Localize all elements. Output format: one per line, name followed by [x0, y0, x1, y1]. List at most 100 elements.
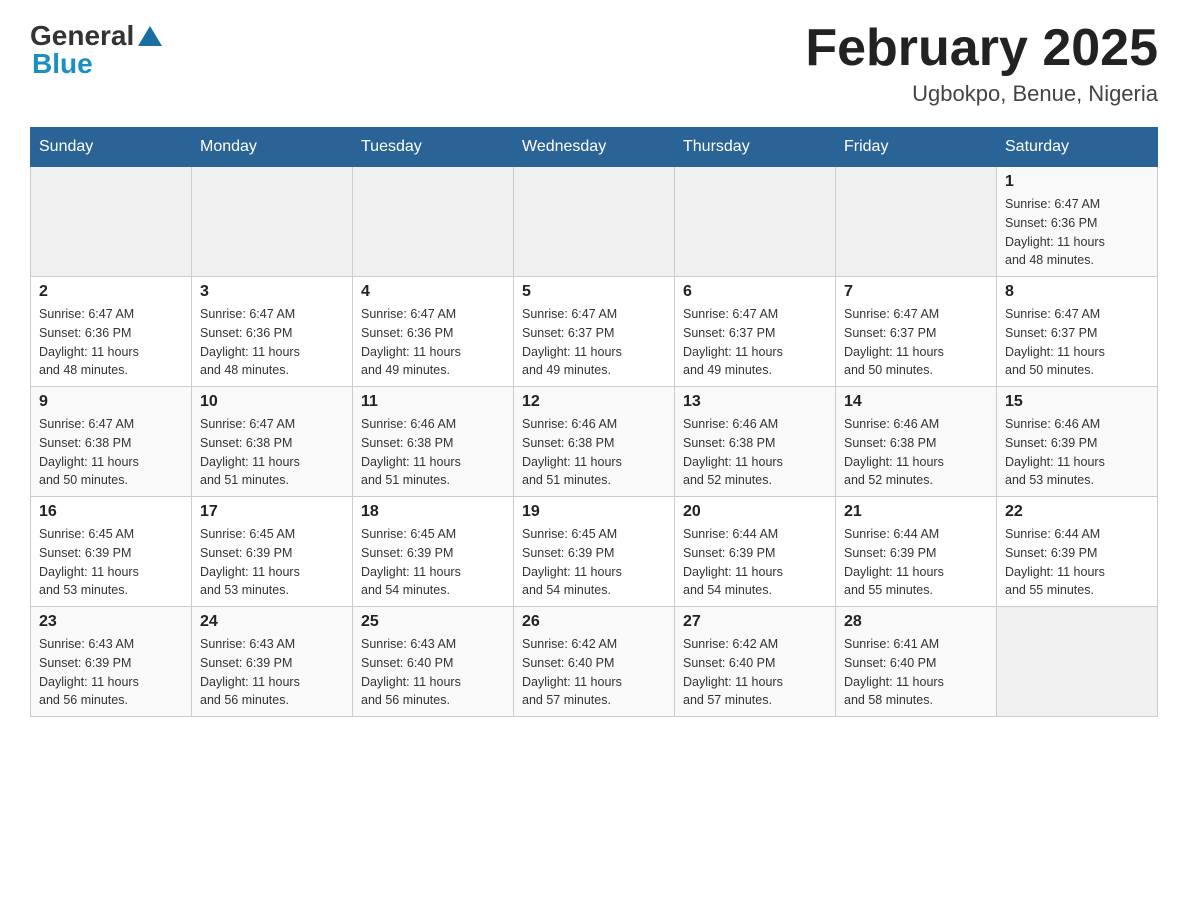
day-info: Sunrise: 6:44 AM Sunset: 6:39 PM Dayligh… — [1005, 525, 1149, 600]
calendar-cell: 24 Sunrise: 6:43 AM Sunset: 6:39 PM Dayli… — [192, 607, 353, 717]
calendar-cell: 14 Sunrise: 6:46 AM Sunset: 6:38 PM Dayli… — [836, 387, 997, 497]
day-number: 24 — [200, 613, 344, 631]
day-info: Sunrise: 6:47 AM Sunset: 6:37 PM Dayligh… — [1005, 305, 1149, 380]
day-info: Sunrise: 6:46 AM Sunset: 6:39 PM Dayligh… — [1005, 415, 1149, 490]
day-number: 19 — [522, 503, 666, 521]
day-info: Sunrise: 6:47 AM Sunset: 6:37 PM Dayligh… — [844, 305, 988, 380]
day-number: 14 — [844, 393, 988, 411]
day-info: Sunrise: 6:41 AM Sunset: 6:40 PM Dayligh… — [844, 635, 988, 710]
day-info: Sunrise: 6:45 AM Sunset: 6:39 PM Dayligh… — [39, 525, 183, 600]
day-number: 1 — [1005, 173, 1149, 191]
calendar-cell: 9 Sunrise: 6:47 AM Sunset: 6:38 PM Daylig… — [31, 387, 192, 497]
day-info: Sunrise: 6:47 AM Sunset: 6:37 PM Dayligh… — [683, 305, 827, 380]
day-info: Sunrise: 6:47 AM Sunset: 6:38 PM Dayligh… — [200, 415, 344, 490]
day-number: 5 — [522, 283, 666, 301]
day-info: Sunrise: 6:45 AM Sunset: 6:39 PM Dayligh… — [200, 525, 344, 600]
calendar-cell: 18Sunrise: 6:45 AM Sunset: 6:39 PM Dayli… — [353, 497, 514, 607]
calendar-subtitle: Ugbokpo, Benue, Nigeria — [805, 81, 1158, 107]
calendar-cell — [192, 167, 353, 277]
day-number: 16 — [39, 503, 183, 521]
calendar-cell: 7 Sunrise: 6:47 AM Sunset: 6:37 PM Daylig… — [836, 277, 997, 387]
calendar-cell: 5Sunrise: 6:47 AM Sunset: 6:37 PM Daylig… — [514, 277, 675, 387]
weekday-header-monday: Monday — [192, 128, 353, 167]
calendar-cell: 2 Sunrise: 6:47 AM Sunset: 6:36 PM Daylig… — [31, 277, 192, 387]
calendar-week-row: 2 Sunrise: 6:47 AM Sunset: 6:36 PM Daylig… — [31, 277, 1158, 387]
day-number: 21 — [844, 503, 988, 521]
day-number: 11 — [361, 393, 505, 411]
calendar-week-row: 16 Sunrise: 6:45 AM Sunset: 6:39 PM Dayli… — [31, 497, 1158, 607]
weekday-header-row: SundayMondayTuesdayWednesdayThursdayFrid… — [31, 128, 1158, 167]
day-number: 26 — [522, 613, 666, 631]
day-number: 12 — [522, 393, 666, 411]
day-number: 9 — [39, 393, 183, 411]
logo: General Blue — [30, 20, 164, 80]
calendar-cell: 26 Sunrise: 6:42 AM Sunset: 6:40 PM Dayli… — [514, 607, 675, 717]
calendar-cell: 23 Sunrise: 6:43 AM Sunset: 6:39 PM Dayli… — [31, 607, 192, 717]
day-number: 28 — [844, 613, 988, 631]
calendar-week-row: 23 Sunrise: 6:43 AM Sunset: 6:39 PM Dayli… — [31, 607, 1158, 717]
calendar-title: February 2025 — [805, 20, 1158, 77]
calendar-week-row: 9 Sunrise: 6:47 AM Sunset: 6:38 PM Daylig… — [31, 387, 1158, 497]
calendar-cell: 6 Sunrise: 6:47 AM Sunset: 6:37 PM Daylig… — [675, 277, 836, 387]
weekday-header-tuesday: Tuesday — [353, 128, 514, 167]
calendar-cell — [31, 167, 192, 277]
calendar-week-row: 1 Sunrise: 6:47 AM Sunset: 6:36 PM Daylig… — [31, 167, 1158, 277]
title-block: February 2025 Ugbokpo, Benue, Nigeria — [805, 20, 1158, 107]
day-info: Sunrise: 6:43 AM Sunset: 6:39 PM Dayligh… — [39, 635, 183, 710]
calendar-cell: 15 Sunrise: 6:46 AM Sunset: 6:39 PM Dayli… — [997, 387, 1158, 497]
logo-triangle-icon — [136, 24, 164, 52]
day-number: 7 — [844, 283, 988, 301]
day-info: Sunrise: 6:44 AM Sunset: 6:39 PM Dayligh… — [683, 525, 827, 600]
calendar-cell: 28 Sunrise: 6:41 AM Sunset: 6:40 PM Dayli… — [836, 607, 997, 717]
calendar-cell — [514, 167, 675, 277]
day-number: 27 — [683, 613, 827, 631]
weekday-header-friday: Friday — [836, 128, 997, 167]
calendar-cell: 16 Sunrise: 6:45 AM Sunset: 6:39 PM Dayli… — [31, 497, 192, 607]
day-number: 25 — [361, 613, 505, 631]
day-info: Sunrise: 6:47 AM Sunset: 6:38 PM Dayligh… — [39, 415, 183, 490]
day-number: 17 — [200, 503, 344, 521]
day-info: Sunrise: 6:42 AM Sunset: 6:40 PM Dayligh… — [683, 635, 827, 710]
day-number: 4 — [361, 283, 505, 301]
calendar-cell: 1 Sunrise: 6:47 AM Sunset: 6:36 PM Daylig… — [997, 167, 1158, 277]
calendar-cell — [997, 607, 1158, 717]
day-number: 20 — [683, 503, 827, 521]
page-header: General Blue February 2025 Ugbokpo, Benu… — [30, 20, 1158, 107]
calendar-cell: 20 Sunrise: 6:44 AM Sunset: 6:39 PM Dayli… — [675, 497, 836, 607]
day-info: Sunrise: 6:42 AM Sunset: 6:40 PM Dayligh… — [522, 635, 666, 710]
day-info: Sunrise: 6:47 AM Sunset: 6:36 PM Dayligh… — [39, 305, 183, 380]
day-number: 2 — [39, 283, 183, 301]
day-number: 15 — [1005, 393, 1149, 411]
weekday-header-thursday: Thursday — [675, 128, 836, 167]
calendar-cell: 22 Sunrise: 6:44 AM Sunset: 6:39 PM Dayli… — [997, 497, 1158, 607]
calendar-cell: 3Sunrise: 6:47 AM Sunset: 6:36 PM Daylig… — [192, 277, 353, 387]
calendar-cell: 10 Sunrise: 6:47 AM Sunset: 6:38 PM Dayli… — [192, 387, 353, 497]
day-number: 23 — [39, 613, 183, 631]
day-info: Sunrise: 6:46 AM Sunset: 6:38 PM Dayligh… — [844, 415, 988, 490]
calendar-cell: 12 Sunrise: 6:46 AM Sunset: 6:38 PM Dayli… — [514, 387, 675, 497]
calendar-cell: 25 Sunrise: 6:43 AM Sunset: 6:40 PM Dayli… — [353, 607, 514, 717]
calendar-cell: 4Sunrise: 6:47 AM Sunset: 6:36 PM Daylig… — [353, 277, 514, 387]
calendar-cell: 21 Sunrise: 6:44 AM Sunset: 6:39 PM Dayli… — [836, 497, 997, 607]
calendar-table: SundayMondayTuesdayWednesdayThursdayFrid… — [30, 127, 1158, 717]
calendar-cell: 19 Sunrise: 6:45 AM Sunset: 6:39 PM Dayli… — [514, 497, 675, 607]
day-number: 10 — [200, 393, 344, 411]
day-number: 8 — [1005, 283, 1149, 301]
day-info: Sunrise: 6:45 AM Sunset: 6:39 PM Dayligh… — [522, 525, 666, 600]
day-info: Sunrise: 6:43 AM Sunset: 6:39 PM Dayligh… — [200, 635, 344, 710]
day-info: Sunrise: 6:43 AM Sunset: 6:40 PM Dayligh… — [361, 635, 505, 710]
day-info: Sunrise: 6:46 AM Sunset: 6:38 PM Dayligh… — [522, 415, 666, 490]
day-info: Sunrise: 6:46 AM Sunset: 6:38 PM Dayligh… — [361, 415, 505, 490]
day-info: Sunrise: 6:46 AM Sunset: 6:38 PM Dayligh… — [683, 415, 827, 490]
day-number: 13 — [683, 393, 827, 411]
weekday-header-saturday: Saturday — [997, 128, 1158, 167]
day-info: Sunrise: 6:44 AM Sunset: 6:39 PM Dayligh… — [844, 525, 988, 600]
calendar-cell — [353, 167, 514, 277]
calendar-cell: 17 Sunrise: 6:45 AM Sunset: 6:39 PM Dayli… — [192, 497, 353, 607]
day-number: 22 — [1005, 503, 1149, 521]
day-info: Sunrise: 6:45 AM Sunset: 6:39 PM Dayligh… — [361, 525, 505, 600]
calendar-cell: 11 Sunrise: 6:46 AM Sunset: 6:38 PM Dayli… — [353, 387, 514, 497]
day-info: Sunrise: 6:47 AM Sunset: 6:36 PM Dayligh… — [1005, 195, 1149, 270]
day-number: 3 — [200, 283, 344, 301]
day-number: 6 — [683, 283, 827, 301]
